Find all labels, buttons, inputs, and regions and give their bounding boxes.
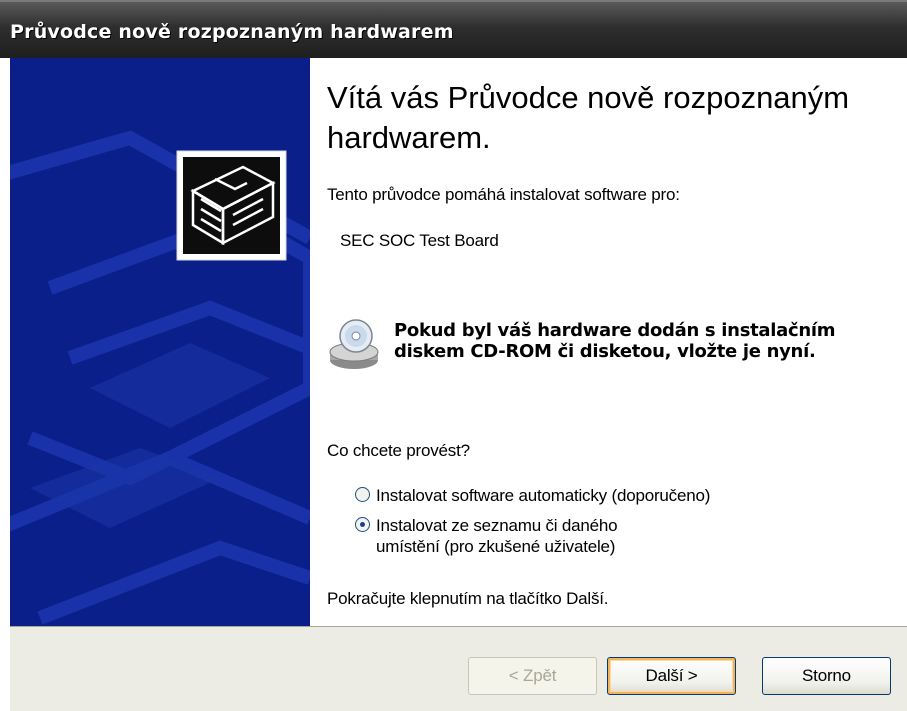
wizard-heading: Vítá vás Průvodce nově rozpoznaným hardw… <box>327 80 850 155</box>
continue-instruction: Pokračujte klepnutím na tlačítko Další. <box>327 589 609 608</box>
radio-install-from-list[interactable]: Instalovat ze seznamu či daného umístění… <box>355 515 676 557</box>
hardware-card-icon <box>176 150 287 261</box>
cd-rom-note: Pokud byl váš hardware dodán s instalačn… <box>394 320 836 362</box>
radio-label[interactable]: Instalovat ze seznamu či daného umístění… <box>376 515 676 557</box>
radio-button[interactable] <box>355 487 370 502</box>
cd-rom-icon <box>329 319 379 369</box>
intro-text: Tento průvodce pomáhá instalovat softwar… <box>327 185 680 204</box>
radio-label[interactable]: Instalovat software automaticky (doporuč… <box>376 485 710 506</box>
wizard-content: Vítá vás Průvodce nově rozpoznaným hardw… <box>310 58 907 626</box>
radio-button[interactable] <box>355 517 370 532</box>
device-name: SEC SOC Test Board <box>340 231 499 250</box>
banner-artwork <box>10 58 310 626</box>
question-label: Co chcete provést? <box>327 441 470 460</box>
title-bar[interactable]: Průvodce nově rozpoznaným hardwarem <box>0 0 907 58</box>
back-button[interactable]: < Zpět <box>468 657 597 695</box>
wizard-side-banner <box>10 58 310 626</box>
cancel-button[interactable]: Storno <box>762 657 891 695</box>
radio-install-automatically[interactable]: Instalovat software automaticky (doporuč… <box>355 485 710 506</box>
wizard-window: Průvodce nově rozpoznaným hardwarem Vítá… <box>0 0 907 711</box>
window-title: Průvodce nově rozpoznaným hardwarem <box>10 21 454 43</box>
next-button[interactable]: Další > <box>607 657 736 695</box>
button-bar: < Zpět Další > Storno <box>10 626 907 711</box>
